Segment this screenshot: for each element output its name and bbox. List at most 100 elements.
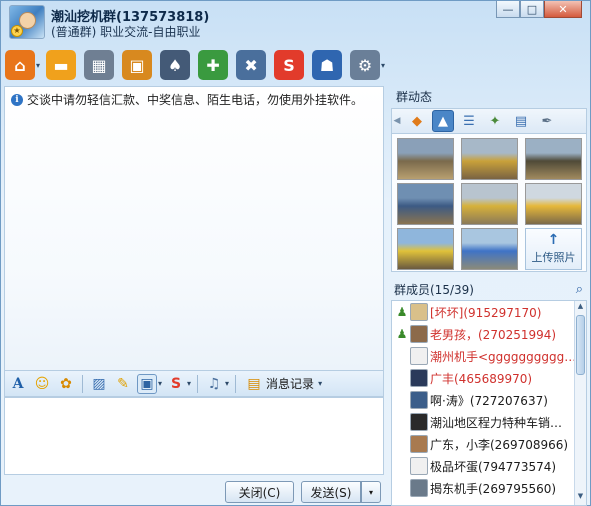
- message-history-label: 消息记录: [266, 377, 315, 391]
- member-row[interactable]: 潮汕地区程力特种车销…: [392, 411, 586, 433]
- board-button[interactable]: ▣: [122, 47, 153, 83]
- tools-button[interactable]: ✖: [236, 47, 267, 83]
- scroll-left-icon[interactable]: ◀: [392, 110, 402, 132]
- member-avatar: [410, 479, 428, 497]
- history-icon: ▤: [247, 375, 261, 392]
- right-panel: 群动态 ◀ ◆ ▲ ☰ ✦ ▤ ✒ ↑ 上传照片 群成员(15/39) ⌕ ♟ […: [391, 86, 587, 506]
- close-window-button[interactable]: ✕: [544, 1, 582, 18]
- member-name: 广丰(465689970): [430, 371, 533, 386]
- emoji-icon[interactable]: ☺: [32, 374, 52, 394]
- list-tab-icon[interactable]: ☰: [458, 110, 480, 132]
- member-row[interactable]: 极品坏蛋(794773574): [392, 455, 586, 477]
- magic-emoji-icon[interactable]: ✿: [56, 374, 76, 394]
- scroll-down-icon[interactable]: ▼: [575, 492, 586, 504]
- photo-3[interactable]: [525, 138, 582, 180]
- share-tab-icon[interactable]: ✦: [484, 110, 506, 132]
- member-row[interactable]: 广东，小李(269708966): [392, 433, 586, 455]
- board-icon: ▣: [122, 50, 153, 80]
- close-button[interactable]: 关闭(C): [225, 481, 294, 503]
- chevron-down-icon: ▾: [318, 379, 323, 388]
- announce-icon[interactable]: ◆: [406, 110, 428, 132]
- chevron-down-icon[interactable]: ▾: [225, 379, 229, 388]
- home-button[interactable]: ⌂ ▾: [5, 47, 44, 83]
- scroll-thumb[interactable]: [576, 315, 585, 375]
- maximize-button[interactable]: □: [520, 1, 544, 18]
- member-avatar: [410, 457, 428, 475]
- settings-button[interactable]: ⚙ ▾: [350, 47, 389, 83]
- film-icon: ▦: [84, 50, 115, 80]
- wrench-icon[interactable]: ✒: [536, 110, 558, 132]
- member-scrollbar[interactable]: ▲ ▼: [574, 301, 586, 505]
- music-icon[interactable]: ♫: [204, 374, 224, 394]
- settings-icon: ⚙: [350, 50, 381, 80]
- member-row[interactable]: ♟ 老男孩，(270251994): [392, 323, 586, 345]
- feed-tabs: ◀ ◆ ▲ ☰ ✦ ▤ ✒: [391, 108, 587, 134]
- title-bar: ★ 潮汕挖机群(137573818) (普通群) 职业交流-自由职业 — □ ✕: [1, 1, 590, 43]
- upload-photo-label: 上传照片: [531, 251, 576, 264]
- minimize-button[interactable]: —: [496, 1, 520, 18]
- font-icon[interactable]: A: [8, 374, 28, 394]
- security-notice: i 交谈中请勿轻信汇款、中奖信息、陌生电话，勿使用外挂软件。: [11, 91, 363, 108]
- member-row[interactable]: 广丰(465689970): [392, 367, 586, 389]
- photo-6[interactable]: [525, 183, 582, 225]
- send-options-button[interactable]: ▾: [361, 481, 381, 503]
- chevron-down-icon[interactable]: ▾: [381, 61, 385, 70]
- image-icon[interactable]: ▨: [89, 374, 109, 394]
- message-history-button[interactable]: ▤ 消息记录 ▾: [246, 374, 322, 394]
- group-feed-title: 群动态: [396, 89, 433, 104]
- search-icon[interactable]: ⌕: [576, 282, 583, 297]
- member-name: 极品坏蛋(794773574): [430, 459, 557, 474]
- info-icon: i: [11, 93, 23, 106]
- group-subtitle: (普通群) 职业交流-自由职业: [51, 25, 201, 39]
- photo-4[interactable]: [397, 183, 454, 225]
- qq-group-chat-window: ★ 潮汕挖机群(137573818) (普通群) 职业交流-自由职业 — □ ✕…: [0, 0, 591, 506]
- member-row[interactable]: 啊·涛》(727207637): [392, 389, 586, 411]
- member-name: [坏坏](915297170): [430, 305, 542, 320]
- divider: [235, 374, 237, 393]
- admin-icon: ☗: [312, 50, 343, 80]
- chat-history-area[interactable]: i 交谈中请勿轻信汇款、中奖信息、陌生电话，勿使用外挂软件。: [4, 86, 384, 371]
- shake-icon[interactable]: ✎: [113, 374, 133, 394]
- send-button[interactable]: 发送(S): [301, 481, 361, 503]
- admin-role-icon: ♟: [396, 305, 408, 319]
- member-row[interactable]: 潮州机手<gggggggggggg…: [392, 345, 586, 367]
- photo-grid: ↑ 上传照片: [391, 134, 587, 272]
- member-avatar: [410, 435, 428, 453]
- photo-7[interactable]: [397, 228, 454, 270]
- photo-5[interactable]: [461, 183, 518, 225]
- scroll-up-icon[interactable]: ▲: [575, 302, 586, 314]
- member-name: 啊·涛》(727207637): [430, 393, 548, 408]
- folder-icon: ▬: [46, 50, 77, 80]
- member-avatar: [410, 413, 428, 431]
- photo-2[interactable]: [461, 138, 518, 180]
- member-name: 潮州机手<gggggggggggg…: [430, 349, 580, 364]
- soso-button[interactable]: S: [274, 47, 305, 83]
- members-title: 群成员(15/39): [394, 282, 474, 297]
- folder-button[interactable]: ▬: [46, 47, 77, 83]
- soso-tool-icon[interactable]: S: [166, 374, 186, 394]
- screenshot-icon[interactable]: ▣: [137, 373, 157, 394]
- film-button[interactable]: ▦: [84, 47, 115, 83]
- note-add-button[interactable]: ✚: [198, 47, 229, 83]
- chevron-down-icon[interactable]: ▾: [158, 379, 162, 388]
- member-row[interactable]: 揭东机手(269795560): [392, 477, 586, 499]
- member-list: ♟ [坏坏](915297170) ♟ 老男孩，(270251994) 潮州机手<ggg…: [391, 300, 587, 506]
- member-name: 揭东机手(269795560): [430, 481, 557, 496]
- soso-icon: S: [274, 50, 305, 80]
- admin-button[interactable]: ☗: [312, 47, 343, 83]
- window-controls: — □ ✕: [496, 1, 582, 18]
- chevron-down-icon[interactable]: ▾: [187, 379, 191, 388]
- chevron-down-icon[interactable]: ▾: [36, 61, 40, 70]
- photo-8[interactable]: [461, 228, 518, 270]
- member-row[interactable]: ♟ [坏坏](915297170): [392, 301, 586, 323]
- message-input[interactable]: [4, 397, 384, 475]
- upload-photo-button[interactable]: ↑ 上传照片: [525, 228, 582, 270]
- member-name: 老男孩，(270251994): [430, 327, 557, 342]
- photo-tab-icon[interactable]: ▲: [432, 110, 454, 132]
- member-avatar: [410, 303, 428, 321]
- divider: [82, 374, 83, 393]
- group-avatar[interactable]: ★: [9, 5, 45, 39]
- photo-1[interactable]: [397, 138, 454, 180]
- card-button[interactable]: ♠: [160, 47, 191, 83]
- file-tab-icon[interactable]: ▤: [510, 110, 532, 132]
